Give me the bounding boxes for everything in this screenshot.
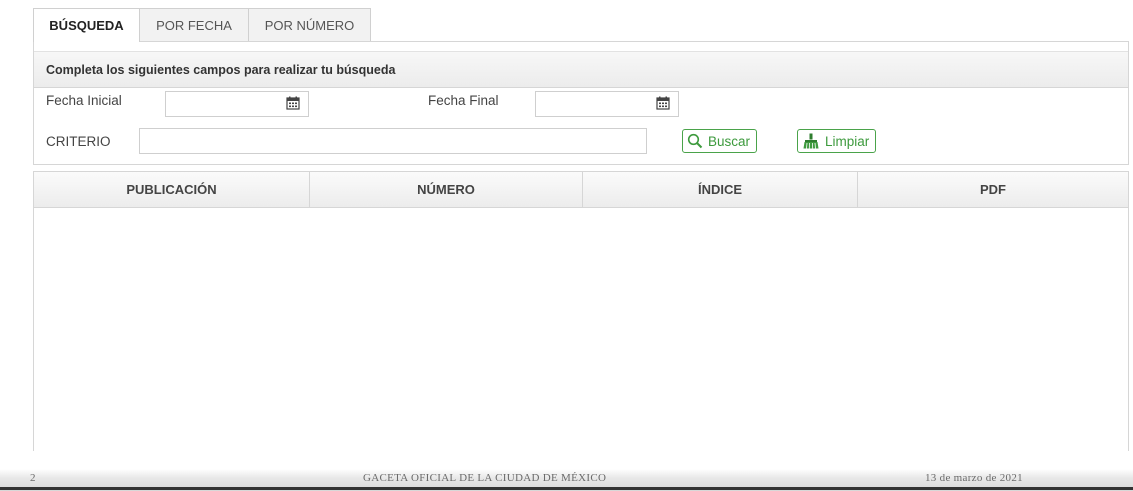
column-header-pdf[interactable]: PDF [858, 172, 1128, 207]
column-header-numero[interactable]: NÚMERO [310, 172, 583, 207]
search-panel-header: Completa los siguientes campos para real… [34, 51, 1128, 88]
column-header-indice[interactable]: ÍNDICE [583, 172, 858, 207]
fecha-inicial-label: Fecha Inicial [46, 93, 122, 108]
results-table: PUBLICACIÓN NÚMERO ÍNDICE PDF [33, 171, 1129, 451]
limpiar-button-label: Limpiar [825, 133, 870, 149]
results-table-body [34, 208, 1128, 451]
footer-divider [0, 487, 1133, 490]
calendar-icon[interactable] [286, 96, 300, 110]
buscar-button-label: Buscar [708, 133, 751, 149]
tab-por-fecha[interactable]: POR FECHA [139, 8, 249, 41]
search-icon [687, 133, 703, 149]
tab-por-numero[interactable]: POR NÚMERO [248, 8, 371, 41]
calendar-icon[interactable] [656, 96, 670, 110]
footer-page-number: 2 [30, 472, 36, 484]
criterio-input[interactable] [139, 128, 647, 154]
results-table-header: PUBLICACIÓN NÚMERO ÍNDICE PDF [34, 171, 1128, 208]
tab-bar: BÚSQUEDA POR FECHA POR NÚMERO [33, 8, 371, 42]
column-header-publicacion[interactable]: PUBLICACIÓN [34, 172, 310, 207]
tab-busqueda[interactable]: BÚSQUEDA [33, 8, 140, 42]
criterio-label: CRITERIO [46, 134, 111, 149]
footer-date: 13 de marzo de 2021 [925, 472, 1023, 484]
footer-title: GACETA OFICIAL DE LA CIUDAD DE MÉXICO [363, 472, 607, 484]
buscar-button[interactable]: Buscar [682, 129, 758, 153]
fecha-final-label: Fecha Final [428, 93, 499, 108]
broom-icon [803, 133, 819, 149]
limpiar-button[interactable]: Limpiar [797, 129, 877, 153]
